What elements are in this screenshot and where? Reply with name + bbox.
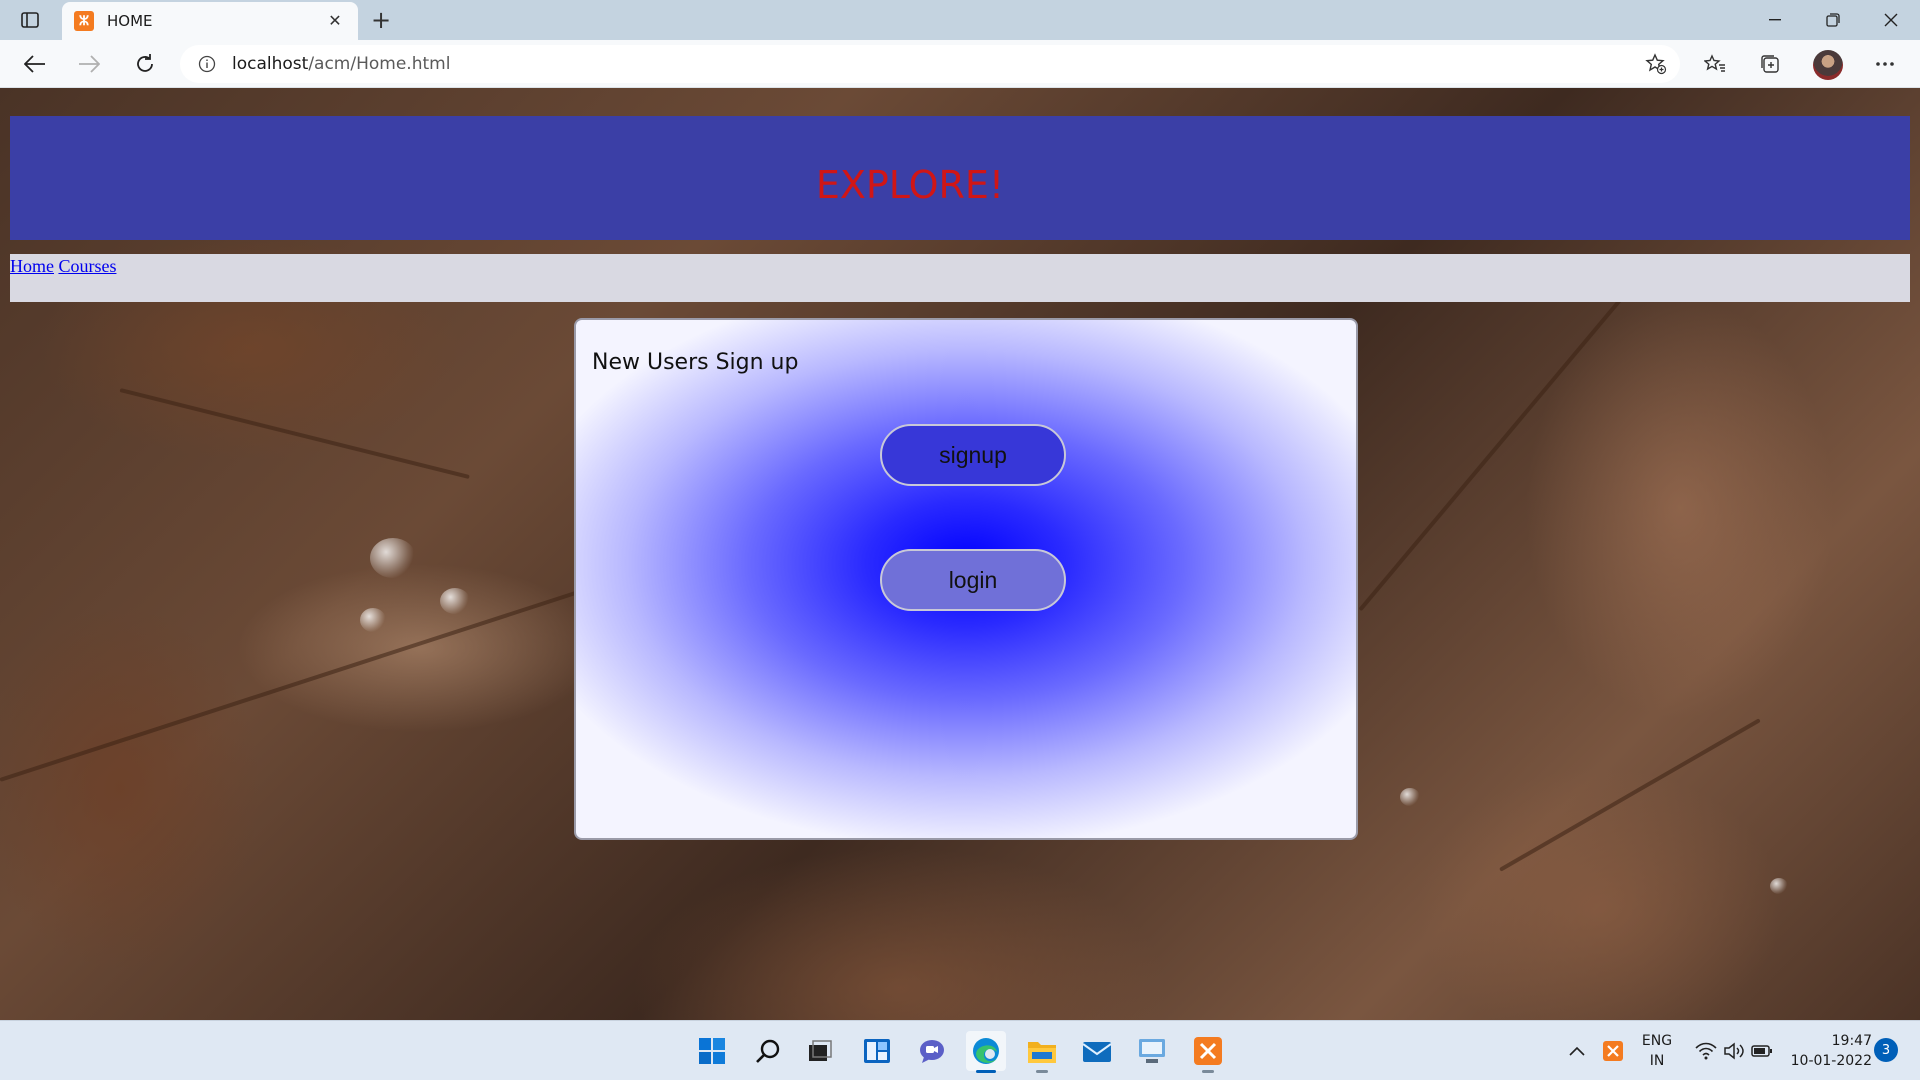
xampp-tray-icon xyxy=(1603,1041,1623,1061)
water-drop xyxy=(1770,878,1788,894)
battery-icon xyxy=(1751,1045,1772,1057)
url-host: localhost xyxy=(232,54,309,74)
edge-icon xyxy=(973,1038,999,1064)
language-label: ENG xyxy=(1641,1033,1673,1049)
minimize-icon xyxy=(1769,19,1781,21)
active-app-indicator xyxy=(976,1070,996,1073)
task-view-button[interactable] xyxy=(800,1031,840,1071)
more-dots-icon xyxy=(1876,62,1894,66)
wifi-icon xyxy=(1695,1042,1717,1060)
quick-settings-button[interactable] xyxy=(1686,1031,1782,1071)
page-nav: Home Courses xyxy=(10,254,1910,302)
card-heading: New Users Sign up xyxy=(592,350,799,375)
signup-button[interactable]: signup xyxy=(880,424,1066,486)
favorites-icon xyxy=(1704,54,1725,72)
tab-bar: ⵣ HOME ✕ + xyxy=(0,0,1920,40)
collections-icon xyxy=(1761,55,1779,73)
file-explorer-button[interactable] xyxy=(1022,1031,1062,1073)
refresh-icon xyxy=(137,54,153,72)
task-view-icon xyxy=(809,1040,832,1061)
restore-button[interactable] xyxy=(1804,0,1862,40)
leaf-vein xyxy=(119,388,470,480)
running-app-indicator xyxy=(1036,1070,1048,1073)
page-viewport: EXPLORE! Home Courses New Users Sign up … xyxy=(0,88,1920,1020)
water-drop xyxy=(360,608,386,632)
xampp-icon xyxy=(1194,1037,1222,1065)
close-tab-icon[interactable]: ✕ xyxy=(324,10,346,32)
chat-icon xyxy=(920,1040,944,1063)
forward-button[interactable] xyxy=(72,48,106,80)
start-button[interactable] xyxy=(692,1031,732,1071)
notification-count-badge[interactable]: 3 xyxy=(1874,1038,1898,1062)
banner-title: EXPLORE! xyxy=(815,163,1005,207)
clock-time: 19:47 xyxy=(1831,1033,1872,1049)
xampp-favicon-icon: ⵣ xyxy=(74,11,94,31)
login-button[interactable]: login xyxy=(880,549,1066,611)
profile-avatar[interactable] xyxy=(1813,50,1843,80)
chevron-up-icon xyxy=(1569,1046,1585,1056)
settings-more-button[interactable] xyxy=(1868,48,1902,80)
site-info-icon[interactable] xyxy=(196,53,218,75)
back-button[interactable] xyxy=(18,48,52,80)
url-text: localhost/acm/Home.html xyxy=(232,54,450,74)
chat-button[interactable] xyxy=(912,1031,952,1071)
remote-desktop-button[interactable] xyxy=(1132,1031,1172,1071)
minimize-button[interactable] xyxy=(1746,0,1804,40)
tab-title: HOME xyxy=(107,12,153,30)
water-drop xyxy=(370,538,416,578)
collections-button[interactable] xyxy=(1753,48,1787,80)
widgets-icon xyxy=(864,1039,890,1063)
leaf-vein xyxy=(0,586,591,782)
nav-link-courses[interactable]: Courses xyxy=(58,256,116,276)
show-hidden-icons-button[interactable] xyxy=(1562,1031,1592,1071)
url-path: /acm/Home.html xyxy=(308,54,451,74)
clock-date: 10-01-2022 xyxy=(1790,1053,1872,1069)
clock[interactable]: 19:47 10-01-2022 xyxy=(1788,1031,1872,1071)
mail-icon xyxy=(1082,1042,1112,1062)
water-drop xyxy=(440,588,470,614)
volume-icon xyxy=(1724,1042,1744,1060)
xampp-tray-button[interactable] xyxy=(1598,1031,1628,1071)
add-favorite-button[interactable] xyxy=(1642,51,1670,77)
remote-desktop-icon xyxy=(1139,1039,1165,1063)
close-icon xyxy=(1884,13,1898,27)
star-add-icon xyxy=(1645,53,1667,75)
nav-link-home[interactable]: Home xyxy=(10,256,54,276)
search-button[interactable] xyxy=(748,1031,788,1071)
tab-actions-icon xyxy=(21,12,39,28)
running-app-indicator xyxy=(1202,1070,1214,1073)
address-bar[interactable]: localhost/acm/Home.html xyxy=(180,45,1680,83)
water-drop xyxy=(1400,788,1420,806)
refresh-button[interactable] xyxy=(128,48,162,80)
edge-button[interactable] xyxy=(966,1031,1006,1073)
browser-toolbar: localhost/acm/Home.html xyxy=(0,40,1920,88)
search-icon xyxy=(756,1039,780,1063)
start-icon xyxy=(699,1038,725,1064)
restore-icon xyxy=(1826,13,1840,27)
xampp-button[interactable] xyxy=(1188,1031,1228,1073)
widgets-button[interactable] xyxy=(857,1031,897,1071)
leaf-vein xyxy=(1499,718,1761,872)
new-tab-button[interactable]: + xyxy=(366,6,396,34)
region-label: IN xyxy=(1649,1053,1665,1069)
leaf-vein xyxy=(1358,286,1632,612)
signup-card: New Users Sign up signup login xyxy=(574,318,1358,840)
forward-arrow-icon xyxy=(79,55,100,73)
back-arrow-icon xyxy=(24,55,45,73)
mail-button[interactable] xyxy=(1077,1031,1117,1071)
file-explorer-icon xyxy=(1028,1042,1056,1063)
tab-actions-button[interactable] xyxy=(14,8,46,32)
language-indicator[interactable]: ENG IN xyxy=(1632,1031,1682,1071)
favorites-button[interactable] xyxy=(1698,48,1732,80)
nav-links: Home Courses xyxy=(10,256,116,277)
windows-taskbar: ENG IN 19:47 10-01-2022 3 xyxy=(0,1020,1920,1080)
browser-tab[interactable]: ⵣ HOME ✕ xyxy=(62,2,358,40)
page-banner: EXPLORE! xyxy=(10,116,1910,240)
close-window-button[interactable] xyxy=(1862,0,1920,40)
